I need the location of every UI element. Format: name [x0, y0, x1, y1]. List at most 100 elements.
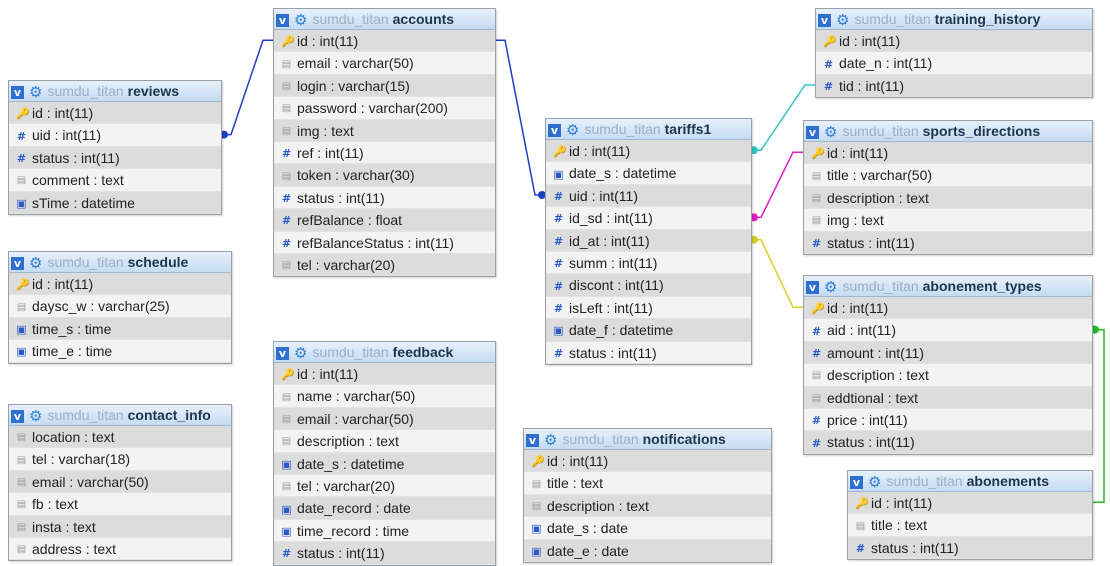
column-row[interactable]: ▤ tel : varchar(20)	[274, 474, 495, 498]
column-row[interactable]: 🔑 id : int(11)	[274, 30, 495, 53]
toggle-checkbox-icon[interactable]: v	[818, 13, 831, 27]
column-row[interactable]: ▤ img : text	[804, 209, 1092, 232]
column-row[interactable]: # id_at : int(11)	[546, 229, 751, 252]
column-row[interactable]: 🔑 id : int(11)	[546, 140, 751, 163]
toggle-checkbox-icon[interactable]: v	[548, 123, 561, 137]
toggle-checkbox-icon[interactable]: v	[276, 346, 289, 360]
column-row[interactable]: ▤ password : varchar(200)	[274, 97, 495, 120]
column-row[interactable]: # summ : int(11)	[546, 251, 751, 275]
column-row[interactable]: # id_sd : int(11)	[546, 207, 751, 230]
column-row[interactable]: ▤ email : varchar(50)	[274, 52, 495, 75]
column-row[interactable]: # status : int(11)	[804, 231, 1092, 254]
column-row[interactable]: ▤ img : text	[274, 119, 495, 142]
column-row[interactable]: ▤ comment : text	[9, 169, 221, 192]
table-tariffs1[interactable]: v ⚙ sumdu_titan tariffs1 🔑 id : int(11) ▣ date…	[545, 118, 752, 365]
column-row[interactable]: ▤ title : text	[848, 514, 1092, 537]
gear-icon[interactable]: ⚙	[294, 344, 307, 362]
column-row[interactable]: # status : int(11)	[274, 542, 495, 565]
column-row[interactable]: ▤ fb : text	[9, 493, 231, 516]
gear-icon[interactable]: ⚙	[836, 11, 849, 29]
column-row[interactable]: # status : int(11)	[546, 341, 751, 364]
column-row[interactable]: 🔑 id : int(11)	[274, 363, 495, 386]
table-sports-directions[interactable]: v ⚙ sumdu_titan sports_directions 🔑 id : int…	[803, 120, 1093, 255]
column-row[interactable]: # tid : int(11)	[816, 74, 1092, 98]
toggle-checkbox-icon[interactable]: v	[806, 125, 819, 139]
column-row[interactable]: # status : int(11)	[804, 431, 1092, 454]
column-row[interactable]: 🔑 id : int(11)	[9, 273, 231, 296]
column-row[interactable]: # price : int(11)	[804, 408, 1092, 432]
column-row[interactable]: ▣ date_s : datetime	[546, 162, 751, 185]
table-training-history[interactable]: v ⚙ sumdu_titan training_history 🔑 id : int(…	[815, 8, 1093, 99]
table-header[interactable]: v ⚙ sumdu_titan training_history	[816, 9, 1092, 30]
column-row[interactable]: ▤ email : varchar(50)	[9, 470, 231, 494]
column-row[interactable]: ▣ date_record : date	[274, 497, 495, 520]
column-row[interactable]: # uid : int(11)	[9, 124, 221, 147]
column-row[interactable]: ▤ email : varchar(50)	[274, 407, 495, 431]
table-header[interactable]: v ⚙ sumdu_titan feedback	[274, 342, 495, 363]
table-header[interactable]: v ⚙ sumdu_titan schedule	[9, 252, 231, 273]
column-row[interactable]: 🔑 id : int(11)	[804, 297, 1092, 320]
column-row[interactable]: ▣ time_e : time	[9, 340, 231, 363]
toggle-checkbox-icon[interactable]: v	[11, 85, 24, 99]
column-row[interactable]: ▤ tel : varchar(20)	[274, 253, 495, 277]
table-abonements[interactable]: v ⚙ sumdu_titan abonements 🔑 id : int(11) ▤ ti…	[847, 470, 1093, 561]
column-row[interactable]: ▤ description : text	[804, 364, 1092, 387]
column-row[interactable]: ▤ title : varchar(50)	[804, 164, 1092, 187]
column-row[interactable]: # ref : int(11)	[274, 141, 495, 165]
column-row[interactable]: ▤ address : text	[9, 537, 231, 561]
toggle-checkbox-icon[interactable]: v	[526, 433, 539, 447]
gear-icon[interactable]: ⚙	[824, 278, 837, 296]
column-row[interactable]: ▤ description : text	[804, 186, 1092, 210]
gear-icon[interactable]: ⚙	[29, 254, 42, 272]
table-header[interactable]: v ⚙ sumdu_titan abonements	[848, 471, 1092, 492]
table-header[interactable]: v ⚙ sumdu_titan accounts	[274, 9, 495, 30]
gear-icon[interactable]: ⚙	[29, 83, 42, 101]
column-row[interactable]: ▤ title : text	[524, 472, 771, 495]
column-row[interactable]: # amount : int(11)	[804, 341, 1092, 365]
toggle-checkbox-icon[interactable]: v	[276, 13, 289, 27]
column-row[interactable]: # refBalance : float	[274, 209, 495, 232]
column-row[interactable]: ▣ time_record : time	[274, 519, 495, 543]
column-row[interactable]: ▤ eddtional : text	[804, 386, 1092, 409]
column-row[interactable]: # isLeft : int(11)	[546, 296, 751, 320]
column-row[interactable]: ▣ date_s : date	[524, 517, 771, 540]
table-schedule[interactable]: v ⚙ sumdu_titan schedule 🔑 id : int(11) ▤ days…	[8, 251, 232, 364]
column-row[interactable]: ▣ time_s : time	[9, 317, 231, 341]
column-row[interactable]: ▤ tel : varchar(18)	[9, 448, 231, 471]
column-row[interactable]: ▤ login : varchar(15)	[274, 74, 495, 98]
table-header[interactable]: v ⚙ sumdu_titan contact_info	[9, 405, 231, 426]
gear-icon[interactable]: ⚙	[544, 431, 557, 449]
column-row[interactable]: # status : int(11)	[848, 536, 1092, 560]
table-reviews[interactable]: v ⚙ sumdu_titan reviews 🔑 id : int(11) # uid :…	[8, 80, 222, 215]
table-header[interactable]: v ⚙ sumdu_titan notifications	[524, 429, 771, 450]
toggle-checkbox-icon[interactable]: v	[850, 475, 863, 489]
column-row[interactable]: 🔑 id : int(11)	[9, 102, 221, 125]
column-row[interactable]: 🔑 id : int(11)	[848, 492, 1092, 515]
table-feedback[interactable]: v ⚙ sumdu_titan feedback 🔑 id : int(11) ▤ name…	[273, 341, 496, 566]
column-row[interactable]: # status : int(11)	[274, 186, 495, 210]
toggle-checkbox-icon[interactable]: v	[11, 256, 24, 270]
gear-icon[interactable]: ⚙	[824, 123, 837, 141]
column-row[interactable]: 🔑 id : int(11)	[524, 450, 771, 473]
table-abonement-types[interactable]: v ⚙ sumdu_titan abonement_types 🔑 id : int(1…	[803, 275, 1093, 455]
column-row[interactable]: ▤ name : varchar(50)	[274, 385, 495, 408]
toggle-checkbox-icon[interactable]: v	[806, 280, 819, 294]
table-header[interactable]: v ⚙ sumdu_titan sports_directions	[804, 121, 1092, 142]
table-header[interactable]: v ⚙ sumdu_titan reviews	[9, 81, 221, 102]
column-row[interactable]: # uid : int(11)	[546, 184, 751, 208]
column-row[interactable]: ▤ daysc_w : varchar(25)	[9, 295, 231, 318]
gear-icon[interactable]: ⚙	[868, 473, 881, 491]
gear-icon[interactable]: ⚙	[566, 121, 579, 139]
column-row[interactable]: # status : int(11)	[9, 146, 221, 170]
column-row[interactable]: ▣ date_f : datetime	[546, 319, 751, 342]
column-row[interactable]: ▣ date_e : date	[524, 539, 771, 562]
column-row[interactable]: ▣ date_s : datetime	[274, 452, 495, 475]
gear-icon[interactable]: ⚙	[294, 11, 307, 29]
column-row[interactable]: ▣ sTime : datetime	[9, 191, 221, 214]
column-row[interactable]: 🔑 id : int(11)	[816, 30, 1092, 53]
table-notifications[interactable]: v ⚙ sumdu_titan notifications 🔑 id : int(11)…	[523, 428, 772, 563]
column-row[interactable]: ▤ location : text	[9, 426, 231, 449]
column-row[interactable]: ▤ token : varchar(30)	[274, 164, 495, 187]
table-contact-info[interactable]: v ⚙ sumdu_titan contact_info ▤ location : te…	[8, 404, 232, 562]
column-row[interactable]: ▤ insta : text	[9, 515, 231, 538]
